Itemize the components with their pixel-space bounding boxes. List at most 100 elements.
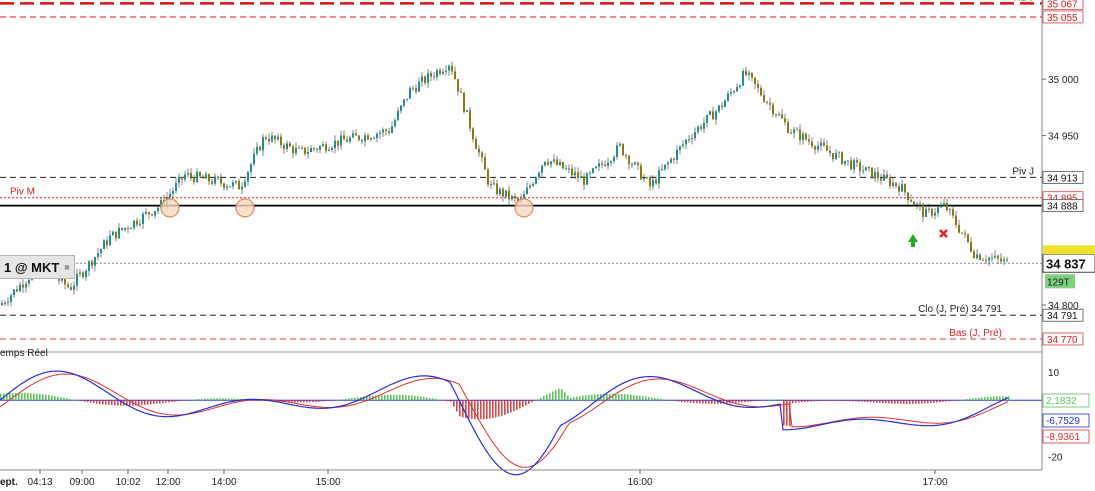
candle-body: [466, 110, 468, 112]
histogram-bar: [423, 397, 425, 401]
histogram-bar: [408, 395, 410, 401]
candle-body: [109, 235, 111, 245]
candle-body: [460, 91, 462, 93]
histogram-bar: [501, 400, 503, 416]
histogram-bar: [963, 399, 965, 401]
histogram-bar: [225, 398, 227, 401]
histogram-bar: [993, 396, 995, 401]
candle-body: [871, 167, 873, 179]
candle-body: [838, 152, 840, 154]
candle-body: [526, 187, 528, 195]
histogram-bar: [219, 398, 221, 401]
candle-body: [214, 176, 216, 184]
candle-body: [364, 135, 366, 142]
level-value-4: 34 888: [1047, 202, 1078, 213]
close-icon[interactable]: ■: [64, 262, 69, 272]
histogram-bar: [513, 400, 515, 412]
candle-body: [664, 164, 666, 170]
time-label-1: 04:13: [27, 477, 52, 488]
candle-body: [808, 139, 810, 142]
candle-body: [211, 181, 213, 184]
histogram-bar: [483, 400, 485, 420]
candle-body: [691, 138, 693, 140]
candle-body: [133, 220, 135, 229]
histogram-bar: [564, 392, 566, 401]
candle-body: [547, 161, 549, 165]
histogram-bar: [837, 400, 839, 401]
candle-body: [835, 152, 837, 160]
histogram-bar: [138, 400, 140, 406]
candle-body: [274, 135, 276, 140]
histogram-bar: [651, 397, 653, 401]
histogram-bar: [888, 400, 890, 404]
candle-body: [754, 77, 756, 85]
histogram-bar: [798, 400, 800, 403]
candle-body: [13, 289, 15, 296]
histogram-bar: [648, 396, 650, 401]
candle-body: [256, 146, 258, 154]
histogram-bar: [852, 400, 854, 402]
candle-body: [604, 164, 606, 166]
candle-body: [400, 105, 402, 111]
oscillator-panel: emps Réel 10 -20 2,1832 -6,7529 -8,9361: [0, 348, 1090, 476]
candle-body: [766, 101, 768, 103]
histogram-bar: [711, 400, 713, 404]
candle-body: [793, 129, 795, 134]
candle-body: [811, 141, 813, 147]
candle-body: [265, 137, 267, 139]
histogram-bar: [300, 400, 302, 403]
candle-body: [751, 72, 753, 78]
order-button[interactable]: 1 @ MKT ■: [0, 255, 75, 279]
candle-body: [862, 170, 864, 172]
candle-body: [304, 147, 306, 155]
candle-body: [427, 73, 429, 83]
candle-body: [823, 142, 825, 146]
candle-body: [631, 164, 633, 166]
candle-body: [487, 169, 489, 185]
candle-body: [955, 215, 957, 225]
histogram-bar: [576, 396, 578, 401]
histogram-bar: [699, 400, 701, 404]
price-chart[interactable]: R1 J Piv J Piv M Clo (J, Pré) 34 791 Bas (J,…: [0, 0, 1095, 491]
candle-body: [406, 98, 408, 100]
candle-body: [661, 169, 663, 171]
candle-body: [598, 163, 600, 167]
candle-body: [898, 186, 900, 192]
histogram-bar: [558, 388, 560, 401]
histogram-bar: [975, 398, 977, 401]
histogram-bar: [540, 397, 542, 401]
histogram-bar: [810, 400, 812, 402]
histogram-bar: [315, 400, 317, 402]
candle-body: [244, 181, 246, 187]
candle-body: [433, 76, 435, 78]
histogram-bar: [321, 400, 323, 402]
histogram-bar: [573, 397, 575, 401]
candle-body: [127, 227, 129, 229]
histogram-bar: [417, 396, 419, 401]
candle-body: [379, 132, 381, 134]
candle-body: [694, 131, 696, 139]
candle-body: [22, 284, 24, 288]
histogram-bar: [399, 394, 401, 401]
candle-body: [289, 143, 291, 147]
histogram-bar: [171, 400, 173, 402]
candle-body: [448, 65, 450, 71]
candle-body: [310, 148, 312, 153]
candle-body: [187, 172, 189, 175]
candle-body: [724, 100, 726, 108]
histogram-bar: [864, 400, 866, 402]
candle-body: [184, 174, 186, 180]
histogram-bar: [396, 394, 398, 401]
histogram-bar: [15, 392, 17, 401]
histogram-bar: [807, 400, 809, 402]
histogram-bar: [99, 400, 101, 404]
histogram-bar: [738, 400, 740, 403]
touch-marker-0: [160, 198, 180, 218]
candle-body: [895, 182, 897, 187]
candle-body: [643, 177, 645, 180]
time-label-5: 14:00: [211, 477, 236, 488]
candle-body: [424, 76, 426, 83]
candle-body: [259, 146, 261, 151]
histogram-bar: [894, 400, 896, 404]
histogram-bar: [642, 396, 644, 401]
